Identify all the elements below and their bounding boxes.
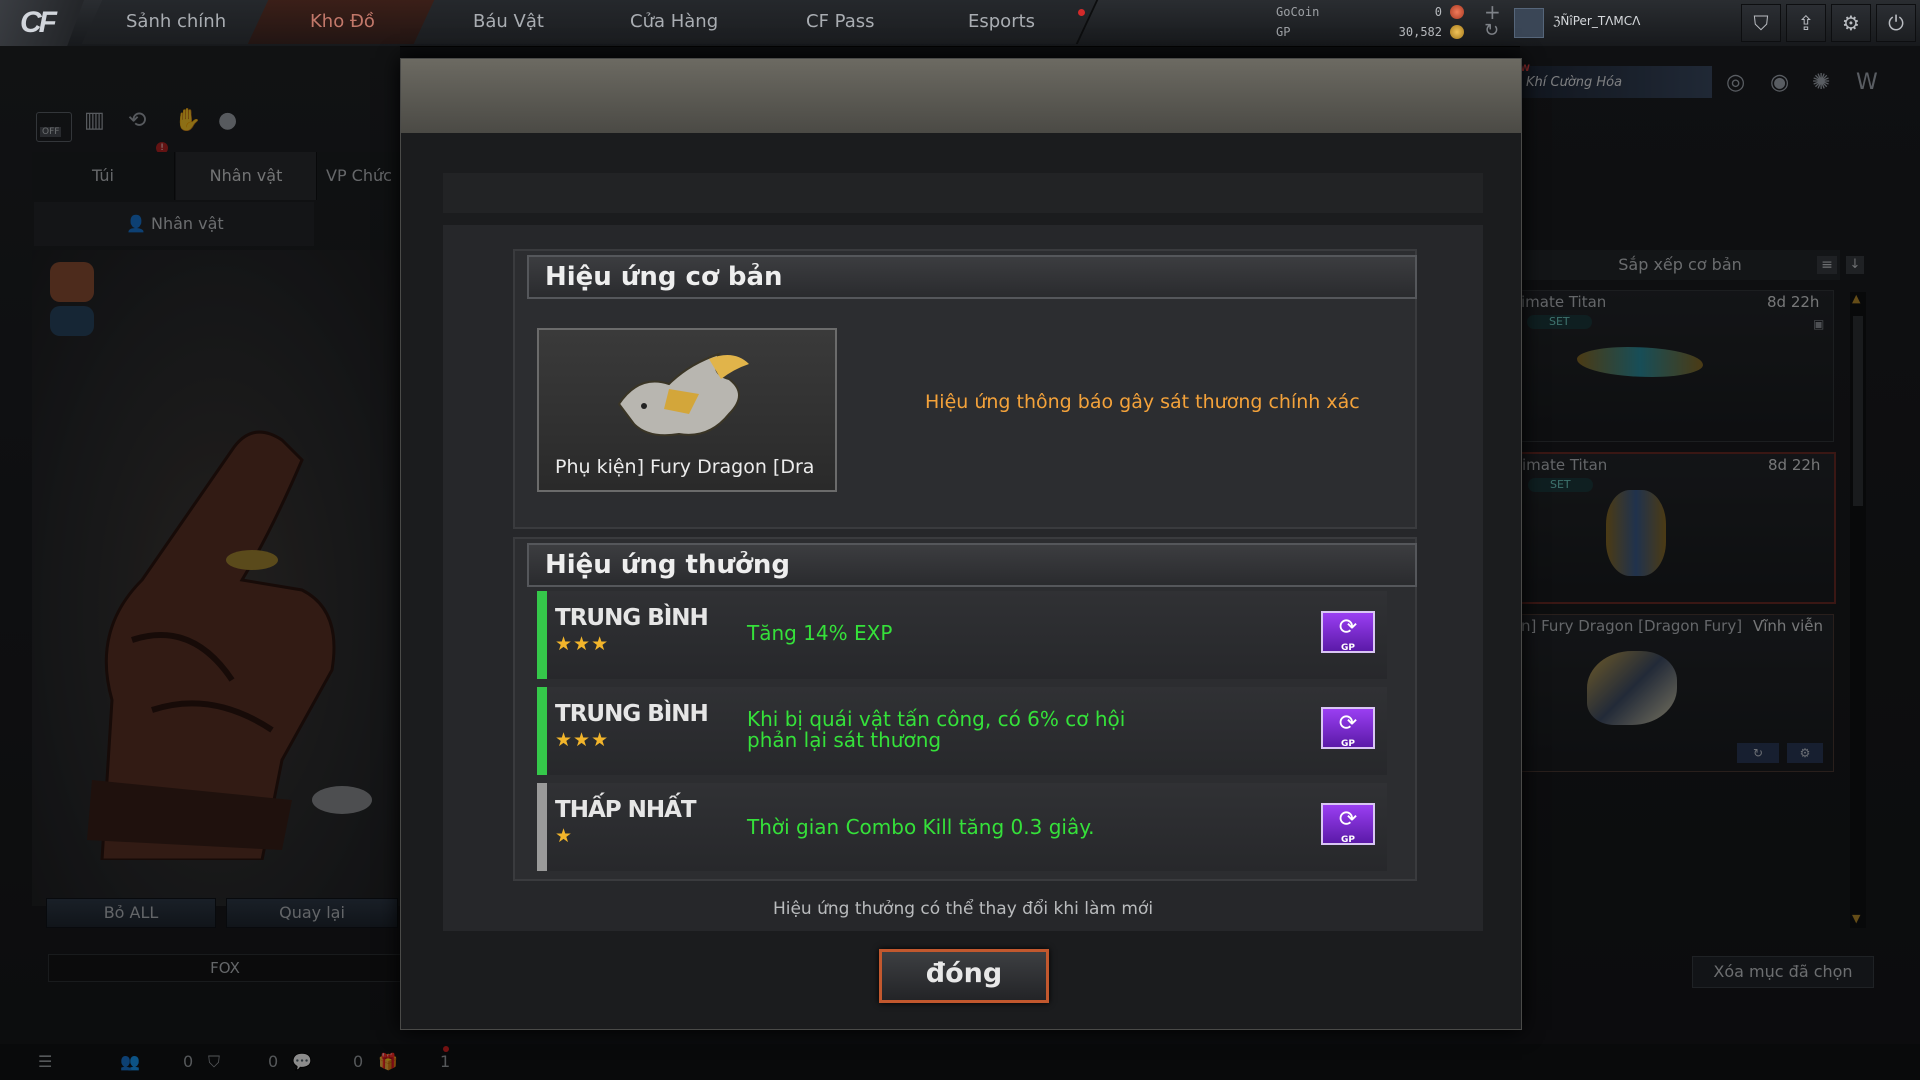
tab-sanh-chinh[interactable]: Sảnh chính — [81, 0, 273, 44]
accessory-name: Phụ kiện] Fury Dragon [Dra — [555, 456, 815, 478]
gocoin-value: 0 — [1434, 5, 1442, 19]
bonus-effect-row: TRUNG BÌNH ★★★ Tăng 14% EXP ⟳ GP — [537, 591, 1387, 679]
reroll-gp-button[interactable]: ⟳ GP — [1321, 611, 1375, 653]
tier-color-bar — [537, 591, 547, 679]
bonus-effect-row: TRUNG BÌNH ★★★ Khi bị quái vật tấn công,… — [537, 687, 1387, 775]
username[interactable]: ℨÑîPer_TΛMCΛ — [1553, 14, 1640, 28]
gp-label: GP — [1276, 25, 1291, 39]
effect-text: Khi bị quái vật tấn công, có 6% cơ hội p… — [747, 707, 1126, 752]
tier-stars: ★★★ — [555, 633, 610, 655]
close-button[interactable]: đóng — [879, 949, 1049, 1003]
tier-label: THẤP NHẤT — [555, 797, 697, 823]
bonus-effect-note: Hiệu ứng thưởng có thể thay đổi khi làm … — [772, 899, 1154, 919]
tab-cua-hang[interactable]: Cửa Hàng — [579, 0, 771, 44]
tab-bau-vat[interactable]: Báu Vật — [413, 0, 605, 44]
basic-effect-description: Hiệu ứng thông báo gây sát thương chính … — [925, 391, 1360, 413]
tab-esports[interactable]: Esports — [907, 0, 1099, 44]
effect-text: Thời gian Combo Kill tăng 0.3 giây. — [747, 815, 1095, 839]
tier-stars: ★ — [555, 825, 574, 847]
bonus-effect-row: THẤP NHẤT ★ Thời gian Combo Kill tăng 0.… — [537, 783, 1387, 871]
dialog-body: Hiệu ứng cơ bản Phụ kiện] Fury Dragon [D… — [443, 225, 1483, 931]
effect-text: Tăng 14% EXP — [747, 621, 893, 645]
rank-icon[interactable] — [1514, 8, 1544, 38]
reroll-icon: ⟳ — [1338, 807, 1358, 832]
reroll-icon: ⟳ — [1338, 711, 1358, 736]
gear-icon[interactable]: ⚙ — [1831, 4, 1871, 42]
tier-stars: ★★★ — [555, 729, 610, 751]
tier-label: TRUNG BÌNH — [555, 701, 709, 727]
dragon-accessory-image — [617, 352, 749, 437]
gp-value: 30,582 — [1398, 25, 1442, 39]
basic-effect-section: Hiệu ứng cơ bản Phụ kiện] Fury Dragon [D… — [513, 249, 1417, 529]
notification-dot — [1078, 9, 1085, 16]
tier-color-bar — [537, 687, 547, 775]
reroll-icon: ⟳ — [1338, 615, 1358, 640]
tier-label: TRUNG BÌNH — [555, 605, 709, 631]
shield-icon[interactable]: ⛉ — [1741, 4, 1781, 42]
bonus-effect-title: Hiệu ứng thưởng — [527, 543, 1417, 587]
upload-icon[interactable]: ⇪ — [1786, 4, 1826, 42]
accessory-card[interactable]: Phụ kiện] Fury Dragon [Dra — [537, 328, 837, 492]
tab-cf-pass[interactable]: CF Pass — [745, 0, 937, 44]
accessory-effect-dialog: Hiệu ứng cơ bản Phụ kiện] Fury Dragon [D… — [400, 58, 1522, 1030]
bonus-effect-section: Hiệu ứng thưởng TRUNG BÌNH ★★★ Tăng 14% … — [513, 537, 1417, 881]
reroll-gp-button[interactable]: ⟳ GP — [1321, 707, 1375, 749]
dialog-title-strip — [443, 173, 1483, 213]
gocoin-icon — [1450, 5, 1464, 19]
power-icon[interactable]: ⏻ — [1876, 4, 1916, 42]
gp-coin-icon — [1450, 25, 1464, 39]
tier-color-bar — [537, 783, 547, 871]
gocoin-label: GoCoin — [1276, 5, 1320, 19]
dialog-header — [401, 59, 1521, 133]
tab-kho-do[interactable]: Kho Đồ — [247, 0, 439, 44]
basic-effect-title: Hiệu ứng cơ bản — [527, 255, 1417, 299]
reroll-gp-button[interactable]: ⟳ GP — [1321, 803, 1375, 845]
refresh-icon[interactable]: ↻ — [1484, 20, 1499, 41]
